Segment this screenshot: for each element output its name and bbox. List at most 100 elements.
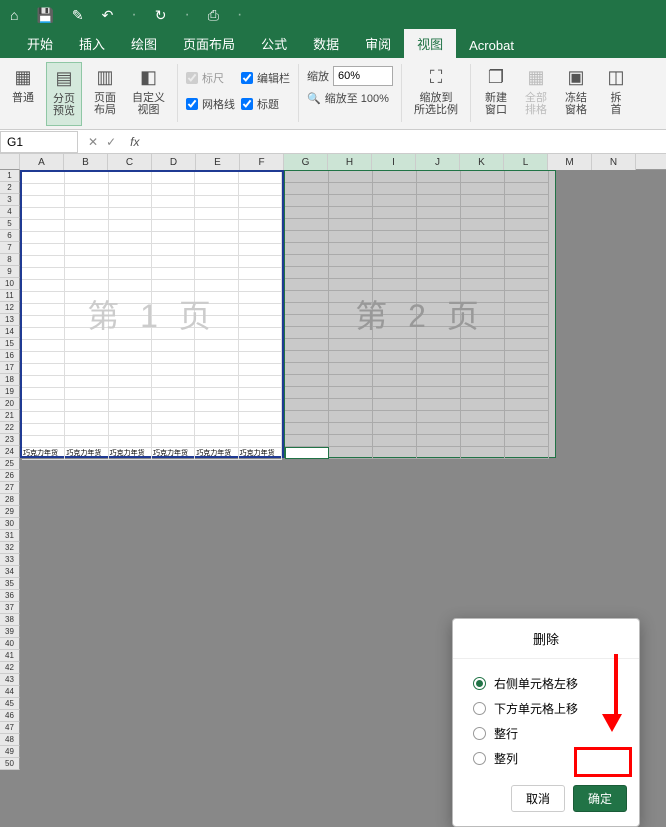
cell[interactable] bbox=[152, 316, 195, 328]
cell[interactable] bbox=[152, 412, 195, 424]
zoom-100-label[interactable]: 缩放至 100% bbox=[325, 90, 389, 106]
row-header[interactable]: 19 bbox=[0, 386, 20, 398]
cell[interactable] bbox=[329, 183, 373, 195]
cell[interactable] bbox=[195, 424, 238, 436]
cell[interactable] bbox=[285, 447, 329, 459]
cell[interactable] bbox=[109, 364, 152, 376]
print-icon[interactable]: ⎙ bbox=[208, 7, 219, 24]
cell[interactable] bbox=[109, 208, 152, 220]
cell[interactable] bbox=[65, 424, 108, 436]
cell[interactable] bbox=[109, 352, 152, 364]
cell[interactable] bbox=[373, 303, 417, 315]
row-header[interactable]: 39 bbox=[0, 626, 20, 638]
cell[interactable] bbox=[285, 219, 329, 231]
cell[interactable] bbox=[109, 436, 152, 448]
cell[interactable] bbox=[505, 219, 549, 231]
cell[interactable] bbox=[461, 411, 505, 423]
cell[interactable] bbox=[152, 352, 195, 364]
cell[interactable]: 巧克力年货 bbox=[152, 448, 195, 460]
row-header[interactable]: 4 bbox=[0, 206, 20, 218]
cell[interactable] bbox=[239, 328, 282, 340]
cell[interactable] bbox=[65, 388, 108, 400]
cell[interactable] bbox=[239, 268, 282, 280]
cell[interactable] bbox=[285, 315, 329, 327]
cell[interactable] bbox=[65, 316, 108, 328]
row-header[interactable]: 22 bbox=[0, 422, 20, 434]
cell[interactable] bbox=[239, 172, 282, 184]
cell[interactable] bbox=[417, 219, 461, 231]
cell[interactable] bbox=[65, 244, 108, 256]
cell[interactable] bbox=[195, 220, 238, 232]
cell[interactable] bbox=[152, 196, 195, 208]
row-header[interactable]: 17 bbox=[0, 362, 20, 374]
cell[interactable] bbox=[417, 363, 461, 375]
tab-formulas[interactable]: 公式 bbox=[248, 29, 300, 58]
row-header[interactable]: 18 bbox=[0, 374, 20, 386]
cell[interactable] bbox=[152, 232, 195, 244]
cell[interactable] bbox=[505, 435, 549, 447]
cell[interactable] bbox=[152, 400, 195, 412]
cell[interactable] bbox=[152, 328, 195, 340]
cell[interactable] bbox=[373, 231, 417, 243]
cell[interactable]: 巧克力年货 bbox=[22, 448, 65, 460]
cell[interactable] bbox=[152, 376, 195, 388]
cell[interactable] bbox=[461, 279, 505, 291]
option-entire-row[interactable]: 整行 bbox=[473, 721, 619, 746]
cell[interactable] bbox=[152, 268, 195, 280]
cell[interactable] bbox=[417, 411, 461, 423]
cell[interactable] bbox=[65, 304, 108, 316]
cell[interactable] bbox=[239, 412, 282, 424]
cell[interactable] bbox=[461, 267, 505, 279]
cell[interactable] bbox=[109, 328, 152, 340]
cell[interactable] bbox=[239, 232, 282, 244]
cell[interactable] bbox=[239, 424, 282, 436]
cell[interactable] bbox=[373, 171, 417, 183]
tab-draw[interactable]: 绘图 bbox=[118, 29, 170, 58]
cell[interactable] bbox=[152, 256, 195, 268]
column-header[interactable]: L bbox=[504, 154, 548, 170]
cell[interactable] bbox=[22, 352, 65, 364]
cell[interactable] bbox=[461, 231, 505, 243]
cell[interactable] bbox=[461, 423, 505, 435]
cell[interactable] bbox=[285, 267, 329, 279]
row-header[interactable]: 47 bbox=[0, 722, 20, 734]
cell[interactable] bbox=[505, 243, 549, 255]
cell[interactable] bbox=[373, 195, 417, 207]
cell[interactable] bbox=[239, 256, 282, 268]
cell[interactable] bbox=[329, 207, 373, 219]
cell[interactable] bbox=[65, 376, 108, 388]
undo-icon[interactable]: ↶ bbox=[102, 7, 114, 24]
cell[interactable] bbox=[329, 399, 373, 411]
cell[interactable] bbox=[239, 364, 282, 376]
cell[interactable] bbox=[505, 363, 549, 375]
cell[interactable] bbox=[285, 171, 329, 183]
cell[interactable] bbox=[22, 232, 65, 244]
cell[interactable] bbox=[373, 411, 417, 423]
cell[interactable] bbox=[329, 315, 373, 327]
cell[interactable] bbox=[417, 291, 461, 303]
cell[interactable] bbox=[109, 304, 152, 316]
cell[interactable] bbox=[285, 303, 329, 315]
row-header[interactable]: 45 bbox=[0, 698, 20, 710]
cell[interactable] bbox=[239, 280, 282, 292]
cell[interactable] bbox=[22, 400, 65, 412]
cell[interactable] bbox=[417, 423, 461, 435]
cell[interactable] bbox=[239, 304, 282, 316]
cell[interactable] bbox=[329, 375, 373, 387]
row-header[interactable]: 23 bbox=[0, 434, 20, 446]
cell[interactable] bbox=[285, 255, 329, 267]
cell[interactable]: 巧克力年货 bbox=[239, 448, 282, 460]
cell[interactable] bbox=[417, 195, 461, 207]
cell[interactable] bbox=[109, 376, 152, 388]
cell[interactable] bbox=[417, 231, 461, 243]
row-header[interactable]: 7 bbox=[0, 242, 20, 254]
cell[interactable] bbox=[505, 327, 549, 339]
cell[interactable] bbox=[461, 399, 505, 411]
cell[interactable] bbox=[417, 435, 461, 447]
formulabar-checkbox[interactable]: 编辑栏 bbox=[241, 68, 290, 88]
tab-page-layout[interactable]: 页面布局 bbox=[170, 29, 248, 58]
column-header[interactable]: D bbox=[152, 154, 196, 170]
row-header[interactable]: 20 bbox=[0, 398, 20, 410]
cell[interactable] bbox=[152, 424, 195, 436]
cell[interactable] bbox=[22, 412, 65, 424]
